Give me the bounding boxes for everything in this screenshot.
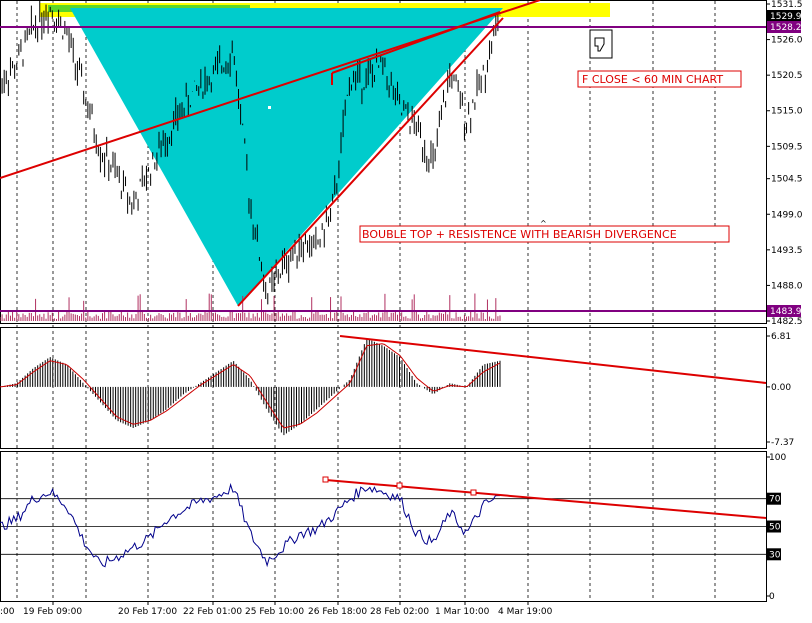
- annotation-double-top-text: BOUBLE TOP + RESISTENCE WITH BEARISH DIV…: [362, 228, 677, 241]
- time-tick-label: 20 Feb 17:00: [118, 607, 177, 617]
- rsi-levels: [0, 498, 766, 555]
- macd-tick-label: 6.81: [771, 332, 791, 342]
- time-axis: :00 19 Feb 09:00 20 Feb 17:00 22 Feb 01:00 2…: [0, 601, 553, 617]
- time-tick-label: 19 Feb 09:00: [23, 607, 82, 617]
- rsi-tick-label: 30: [769, 550, 781, 560]
- time-tick-label: 22 Feb 01:00: [183, 607, 242, 617]
- rsi-marker-1: [322, 476, 329, 483]
- price-label-lower-text: 1483.9: [770, 307, 802, 317]
- thumbs-down-icon: [589, 29, 613, 59]
- macd-tick-label: 0.00: [771, 383, 791, 393]
- price-label-upper-text: 1528.2: [770, 23, 802, 33]
- annotation-caret: ^: [540, 219, 547, 228]
- annotation-close-text: F CLOSE < 60 MIN CHART: [582, 73, 723, 86]
- macd-histogram: [2, 338, 501, 436]
- price-tick-label: 1526.0: [771, 36, 803, 46]
- price-tick-label: 1520.5: [771, 71, 803, 81]
- macd-divergence-trendline: [339, 335, 767, 384]
- price-tick-label: 1482.5: [771, 317, 803, 327]
- rsi-tick-label: 100: [769, 453, 786, 463]
- rsi-marker-3: [470, 489, 477, 496]
- time-tick-label: 25 Feb 10:00: [245, 607, 304, 617]
- volume-bars: [0, 293, 501, 321]
- triangle-anchor-point: [268, 106, 271, 109]
- rsi-tick-label: 0: [769, 592, 775, 602]
- rsi-tick-label: 70: [769, 495, 781, 505]
- price-label-upper: 1528.2: [767, 21, 802, 33]
- macd-axis: 6.81 0.00 -7.37: [766, 332, 794, 448]
- trading-chart: F CLOSE < 60 MIN CHART BOUBLE TOP + RESI…: [0, 0, 803, 617]
- time-tick-label: 26 Feb 18:00: [308, 607, 367, 617]
- macd-tick-label: -7.37: [771, 438, 794, 448]
- price-label-current: 1529.9: [767, 10, 802, 22]
- price-label-lower: 1483.9: [767, 305, 802, 317]
- price-tick-label: 1515.0: [771, 107, 803, 117]
- price-tick-label: 1493.5: [771, 246, 803, 256]
- time-tick-label: 1 Mar 10:00: [435, 607, 490, 617]
- price-label-current-text: 1529.9: [770, 12, 802, 22]
- annotation-close: F CLOSE < 60 MIN CHART: [577, 70, 742, 88]
- rsi-tick-label: 50: [769, 523, 781, 533]
- price-tick-label: 1499.0: [771, 210, 803, 220]
- time-tick-label: 4 Mar 19:00: [498, 607, 553, 617]
- price-tick-label: 1488.0: [771, 281, 803, 291]
- time-tick-label: 28 Feb 02:00: [370, 607, 429, 617]
- price-tick-label: 1531.5: [771, 0, 803, 10]
- annotation-double-top: BOUBLE TOP + RESISTENCE WITH BEARISH DIV…: [359, 225, 730, 243]
- price-axis: 1531.5 1526.0 1520.5 1515.0 1509.5 1504.5 1499…: [766, 0, 803, 327]
- price-tick-label: 1509.5: [771, 142, 803, 152]
- rsi-marker-2: [396, 482, 403, 489]
- time-tick-label: :00: [0, 607, 15, 617]
- price-tick-label: 1504.5: [771, 175, 803, 185]
- rsi-axis: 100 70 50 30 0: [766, 453, 786, 602]
